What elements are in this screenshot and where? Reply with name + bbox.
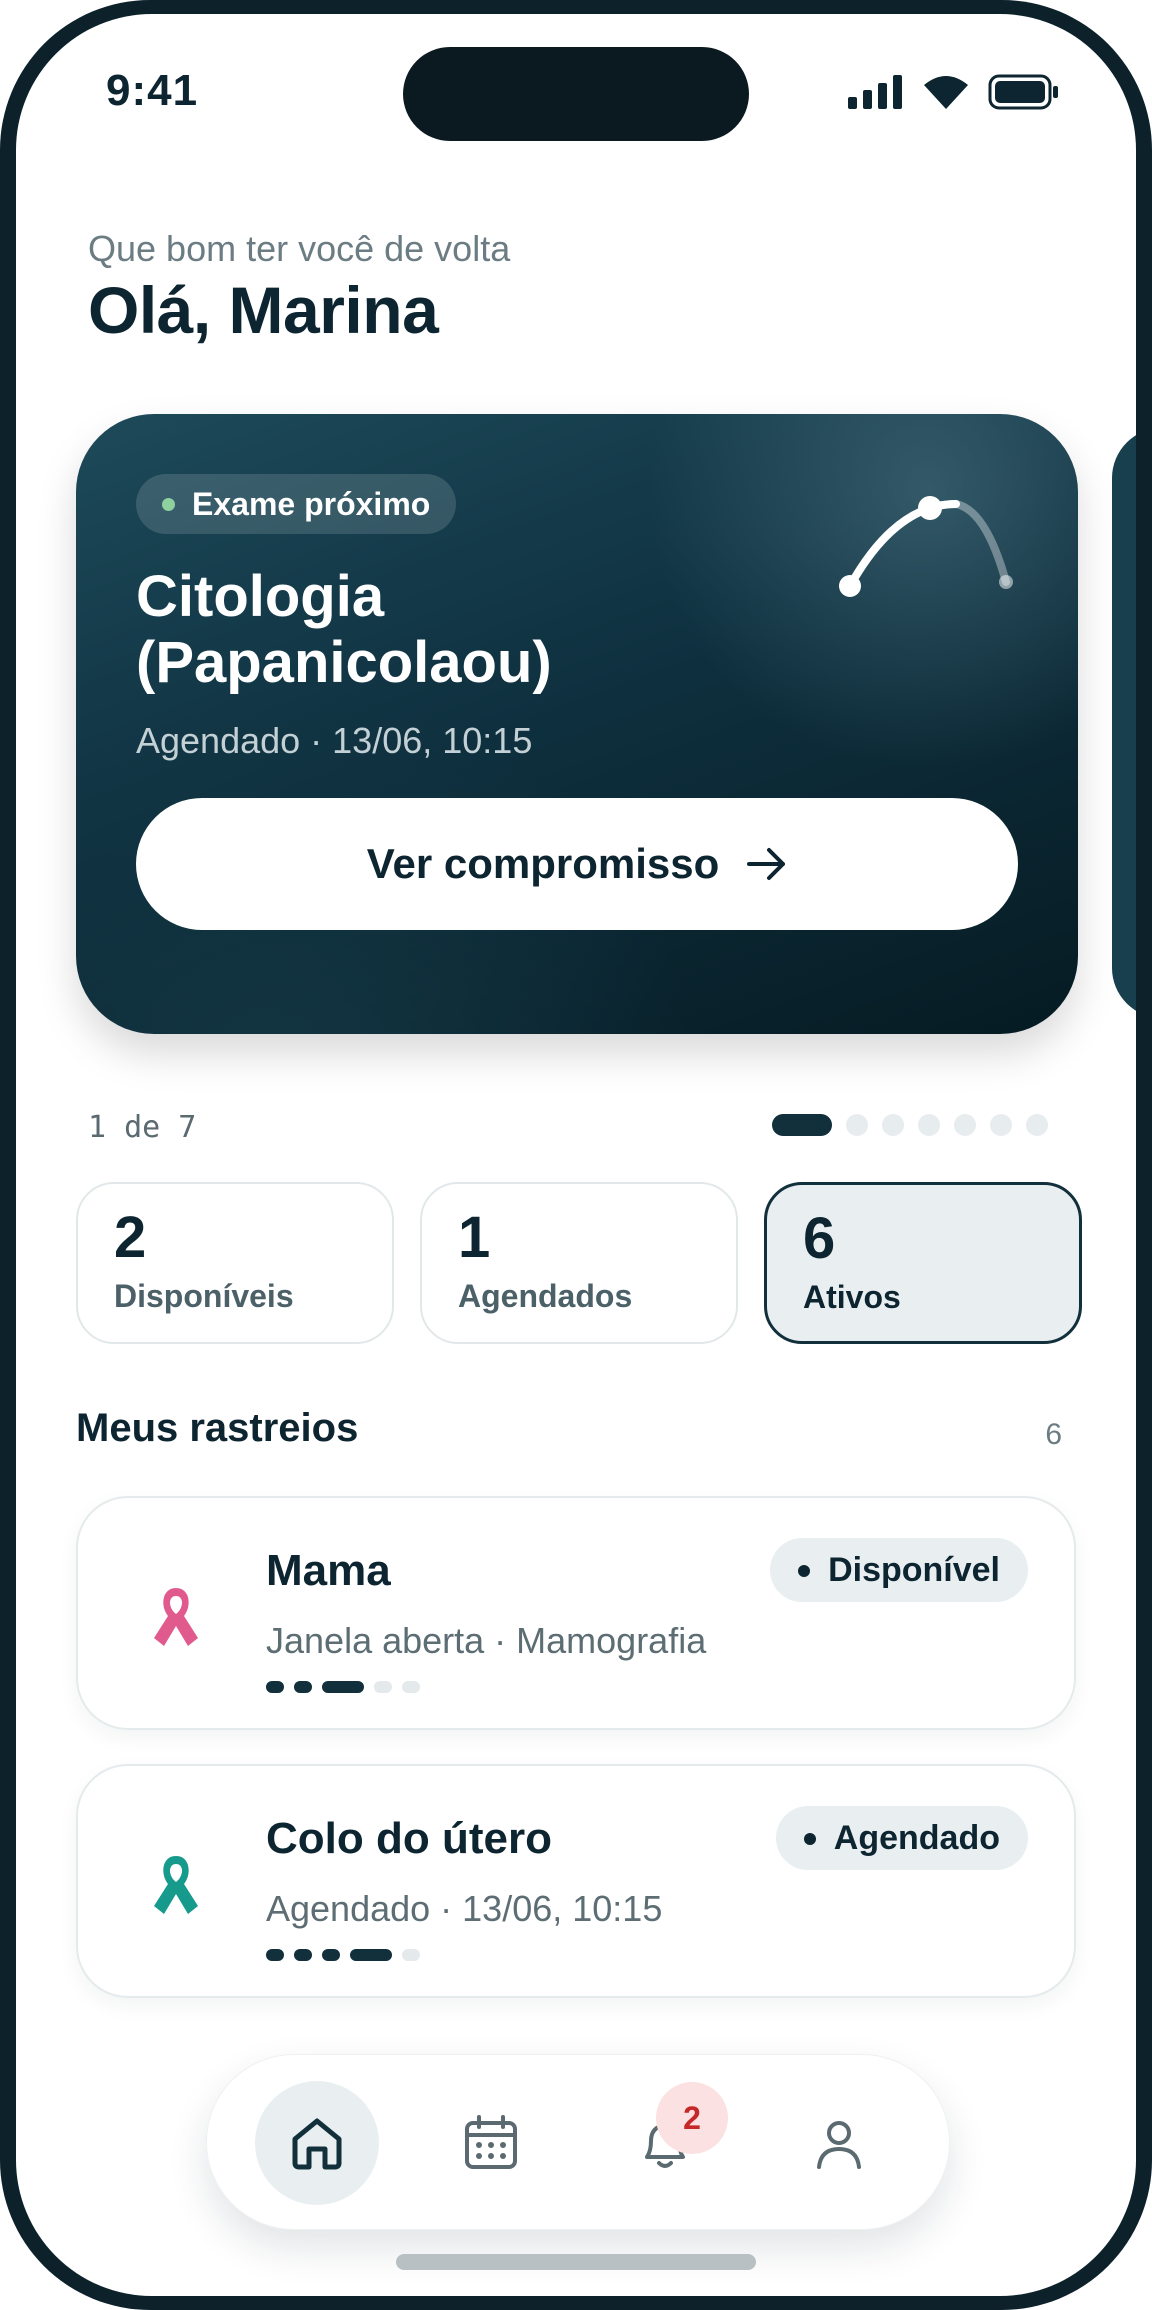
pager-dot[interactable] (846, 1114, 868, 1136)
signal-icon (848, 75, 902, 109)
stat-value: 2 (114, 1205, 147, 1270)
pager-dot-active[interactable] (772, 1114, 832, 1136)
calendar-icon (465, 2115, 517, 2169)
status-badge: Agendado (775, 1806, 1028, 1870)
progress-step-current (322, 1681, 364, 1693)
screening-name: Mama (266, 1546, 391, 1595)
screening-card-mama[interactable]: Mama Janela aberta · Mamografia Disponív… (76, 1496, 1076, 1730)
progress-step (294, 1681, 312, 1693)
next-exam-badge: Exame próximo (136, 474, 457, 534)
pager-dot[interactable] (1026, 1114, 1048, 1136)
screening-meta: Agendado · 13/06, 10:15 (266, 1888, 663, 1929)
pager-dot[interactable] (954, 1114, 976, 1136)
stat-available[interactable]: 2 Disponíveis (76, 1182, 394, 1344)
user-icon (817, 2121, 861, 2169)
stat-label: Ativos (803, 1279, 901, 1315)
phone-frame: 9:41 Que bom ter você de volta Olá, Mari… (0, 0, 1152, 2310)
wifi-icon (924, 76, 968, 109)
stat-label: Agendados (458, 1278, 633, 1314)
section-title: Meus rastreios (76, 1406, 359, 1450)
stat-label: Disponíveis (114, 1278, 294, 1314)
nav-home[interactable] (255, 2081, 379, 2205)
greeting-title: Olá, Marina (88, 273, 439, 347)
next-card-peek[interactable] (1112, 428, 1136, 1018)
screening-progress (266, 1681, 420, 1693)
progress-step (402, 1681, 420, 1693)
stats-row: 2 Disponíveis 1 Agendados 6 Ativos (76, 1182, 1082, 1344)
pager-dot[interactable] (918, 1114, 940, 1136)
pager-dot[interactable] (990, 1114, 1012, 1136)
screening-progress (266, 1949, 420, 1961)
dynamic-island (403, 47, 749, 141)
nav-profile[interactable] (777, 2081, 901, 2205)
status-time: 9:41 (106, 66, 199, 115)
progress-step (266, 1949, 284, 1961)
status-label: Disponível (828, 1550, 1000, 1589)
exam-title: Citologia (Papanicolaou) (136, 564, 552, 695)
progress-step (374, 1681, 392, 1693)
status-dot (798, 1565, 811, 1577)
nav-calendar[interactable] (429, 2081, 553, 2205)
status-dot (803, 1833, 816, 1845)
bottom-nav (206, 2054, 950, 2230)
section-count: 6 (1045, 1418, 1062, 1451)
progress-step-current (350, 1949, 392, 1961)
view-appointment-label: Ver compromisso (366, 840, 720, 887)
view-appointment-button[interactable]: Ver compromisso (136, 798, 1018, 930)
ribbon-icon (154, 1588, 198, 1646)
home-indicator[interactable] (396, 2254, 756, 2270)
screening-meta: Janela aberta · Mamografia (266, 1620, 707, 1661)
progress-step (266, 1681, 284, 1693)
pager-text: 1 de 7 (88, 1110, 197, 1145)
status-label: Agendado (833, 1818, 1000, 1857)
arrow-right-icon (747, 848, 786, 880)
exam-subtitle: Agendado · 13/06, 10:15 (136, 720, 533, 761)
ribbon-icon (154, 1856, 198, 1914)
screen: 9:41 Que bom ter você de volta Olá, Mari… (16, 14, 1136, 2296)
pager-dot[interactable] (882, 1114, 904, 1136)
badge-label: Exame próximo (192, 485, 431, 522)
status-icons (848, 74, 1060, 110)
progress-step (402, 1949, 420, 1961)
progress-step (294, 1949, 312, 1961)
stat-scheduled[interactable]: 1 Agendados (420, 1182, 738, 1344)
arc-progress-icon (839, 496, 1013, 597)
screening-card-colo-do-utero[interactable]: Colo do útero Agendado · 13/06, 10:15 Ag… (76, 1764, 1076, 1998)
pager-dots[interactable] (772, 1114, 1048, 1136)
greeting-subtitle: Que bom ter você de volta (88, 228, 511, 269)
stat-value: 6 (803, 1206, 836, 1271)
stat-value: 1 (458, 1205, 491, 1270)
notification-count-badge: 2 (656, 2082, 728, 2154)
next-exam-card[interactable]: Exame próximo Citologia (Papanicolaou) A… (76, 414, 1078, 1034)
screening-name: Colo do útero (266, 1814, 552, 1863)
progress-step (322, 1949, 340, 1961)
status-badge: Disponível (770, 1538, 1028, 1602)
home-icon (292, 2118, 342, 2170)
stat-active[interactable]: 6 Ativos (764, 1182, 1082, 1344)
status-dot (162, 498, 175, 511)
battery-icon (988, 74, 1058, 110)
